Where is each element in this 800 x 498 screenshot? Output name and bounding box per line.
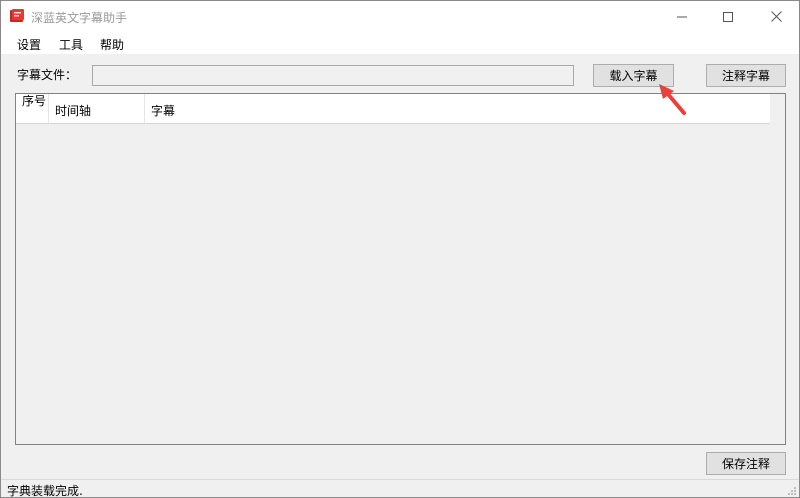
menu-bar: 设置 工具 帮助 <box>1 32 799 54</box>
column-header-index[interactable]: 序号 <box>16 94 49 123</box>
minimize-button[interactable] <box>659 1 705 32</box>
subtitle-file-label: 字幕文件： <box>17 68 78 82</box>
menu-settings[interactable]: 设置 <box>17 36 41 53</box>
annotate-subtitle-button[interactable]: 注释字幕 <box>706 64 786 87</box>
minimize-icon <box>677 16 687 17</box>
close-icon <box>770 11 782 22</box>
subtitle-table[interactable]: 序号 时间轴 字幕 <box>15 93 786 445</box>
status-bar: 字典装载完成. <box>1 479 799 498</box>
subtitle-file-field[interactable] <box>92 65 574 86</box>
column-header-timeline[interactable]: 时间轴 <box>49 94 145 123</box>
window-title: 深蓝英文字幕助手 <box>31 11 128 25</box>
save-annotation-button[interactable]: 保存注释 <box>706 452 786 475</box>
red-arrow-icon <box>659 84 686 115</box>
menu-help[interactable]: 帮助 <box>100 36 124 53</box>
maximize-button[interactable] <box>705 1 751 32</box>
title-bar[interactable]: 深蓝英文字幕助手 <box>1 1 799 32</box>
menu-tools[interactable]: 工具 <box>59 36 83 53</box>
maximize-icon <box>723 11 733 22</box>
close-button[interactable] <box>753 1 799 32</box>
app-book-icon <box>9 8 25 24</box>
app-window: 深蓝英文字幕助手 设置 工具 帮助 字幕文件： 载入字幕 注释字幕 序号 时间轴… <box>0 0 800 498</box>
status-text: 字典装载完成. <box>7 484 83 498</box>
resize-grip-icon[interactable] <box>787 486 797 496</box>
